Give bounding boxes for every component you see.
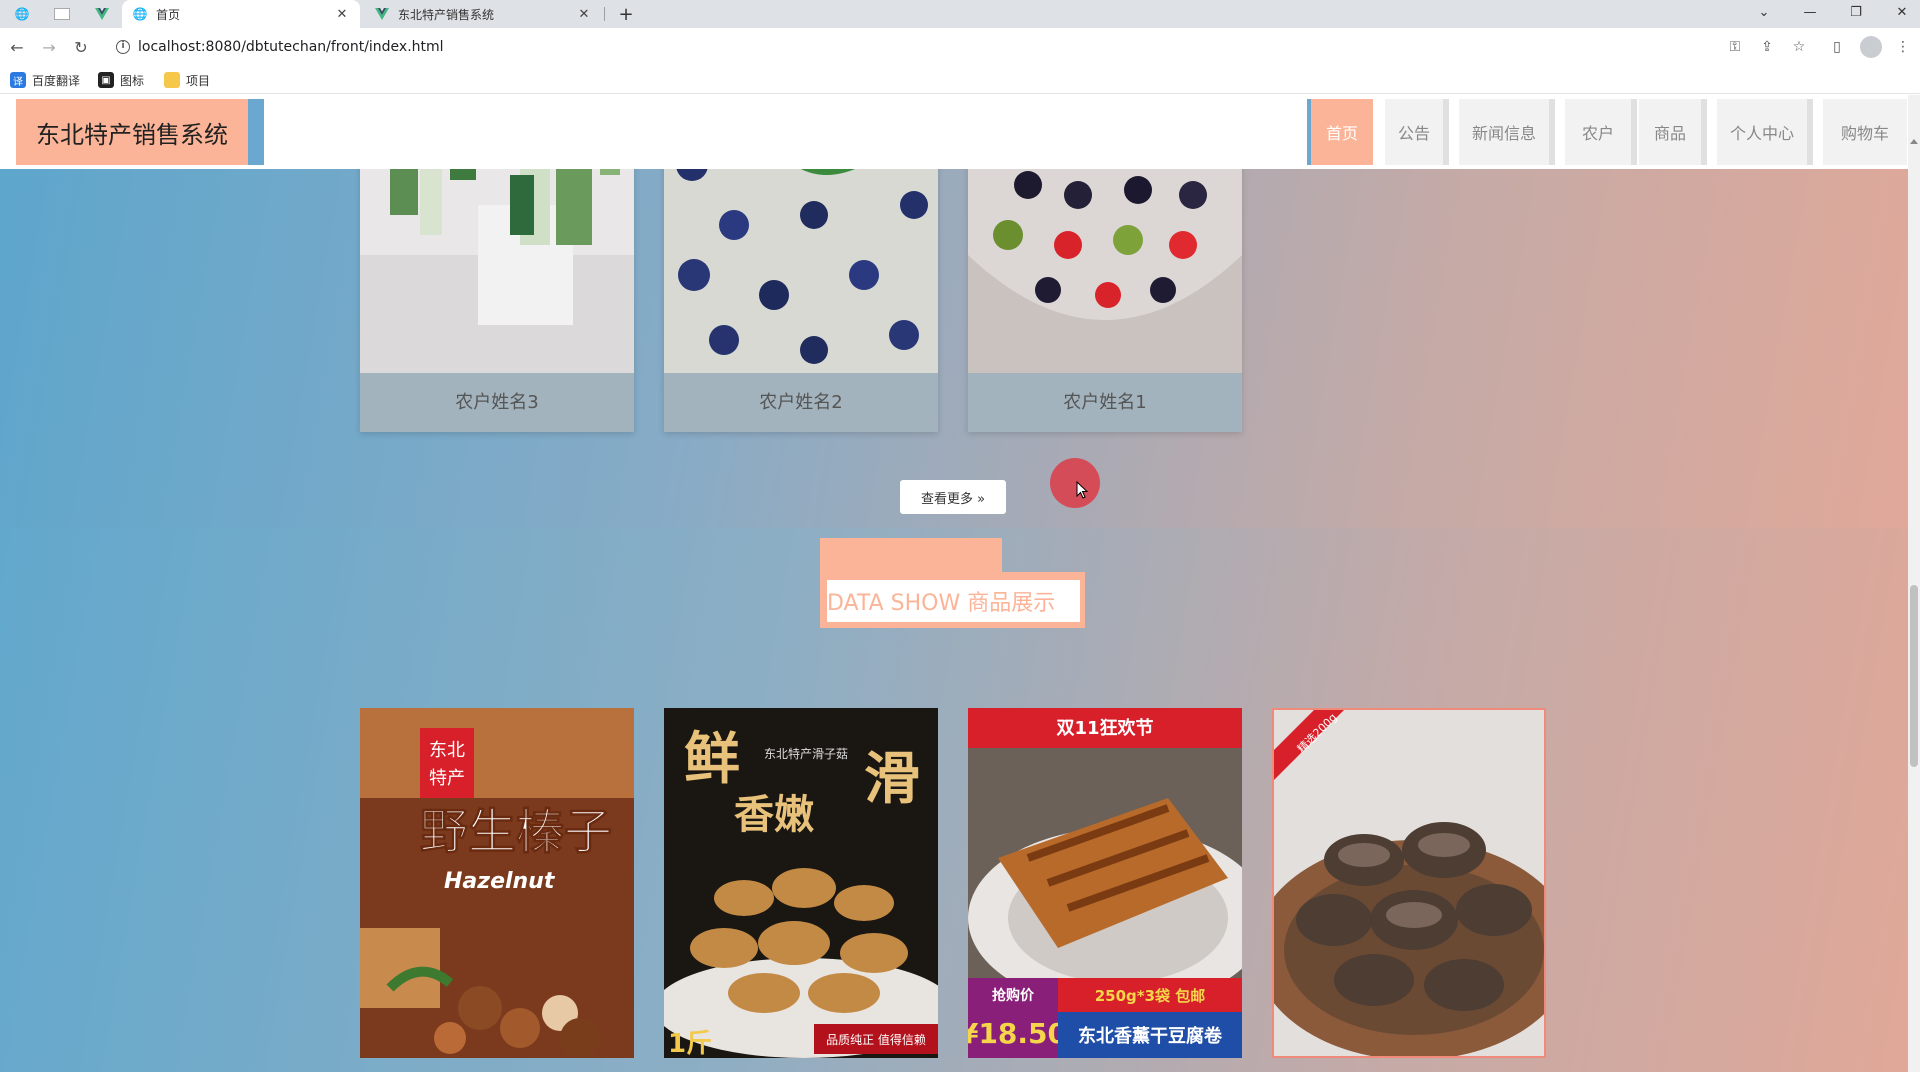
back-arrow-icon[interactable]: ← [6, 36, 28, 58]
product-card[interactable]: 鲜 香嫩 滑 东北特产滑子菇 1斤 品质纯正 值得信赖 [664, 708, 938, 1058]
restore-button[interactable]: ❐ [1834, 0, 1878, 24]
tab-separator [604, 7, 605, 21]
product-title-text: 香嫩 [734, 792, 814, 838]
sidebar-icon[interactable]: ▯ [1826, 36, 1848, 58]
address-bar[interactable]: i localhost:8080/dbtutechan/front/index.… [106, 32, 1756, 62]
bookmark-translate[interactable]: 译 百度翻译 [10, 71, 80, 89]
nav-item-notice[interactable]: 公告 [1385, 99, 1449, 165]
globe-icon: 🌐 [132, 7, 148, 21]
nav-item-profile[interactable]: 个人中心 [1717, 99, 1813, 165]
close-icon[interactable]: ✕ [334, 7, 350, 22]
cursor-icon [1076, 481, 1088, 499]
product-weight-text: 1斤 [668, 1029, 712, 1058]
logo-accent-bar [248, 99, 264, 165]
view-more-button[interactable]: 查看更多 » [900, 480, 1006, 514]
section-title-text: DATA SHOW 商品展示 [827, 591, 1056, 616]
tab-home[interactable]: 🌐 首页 ✕ [122, 0, 360, 28]
nav-item-products[interactable]: 商品 [1639, 99, 1707, 165]
nav-item-news[interactable]: 新闻信息 [1459, 99, 1555, 165]
tab-title: 东北特产销售系统 [398, 7, 495, 22]
product-slogan-text: 品质纯正 值得信赖 [826, 1032, 926, 1047]
close-icon[interactable]: ✕ [576, 7, 592, 22]
forward-arrow-icon[interactable]: → [38, 36, 60, 58]
product-badge-text: 特产 [429, 768, 465, 789]
star-icon[interactable]: ☆ [1788, 36, 1810, 58]
key-icon[interactable]: ⚿ [1724, 36, 1746, 58]
reload-icon[interactable]: ↻ [70, 36, 92, 58]
tab-search-icon[interactable]: ⌄ [1742, 0, 1786, 24]
profile-avatar-icon[interactable] [1860, 36, 1882, 58]
product-price-label: 抢购价 [992, 987, 1035, 1004]
tab-system[interactable]: 东北特产销售系统 ✕ [364, 0, 602, 28]
click-indicator [1050, 458, 1100, 508]
product-price-text: ¥18.50 [968, 1017, 1067, 1050]
translate-icon: 译 [10, 72, 26, 88]
vue-icon[interactable] [90, 4, 114, 24]
product-name-text: 东北香薰干豆腐卷 [1078, 1025, 1223, 1047]
product-card[interactable]: 双11狂欢节 抢购价 ¥18.50 250g*3袋 包邮 东北香薰干豆腐卷 [968, 708, 1242, 1058]
page-scrollbar[interactable] [1908, 95, 1920, 1072]
bookmark-icons[interactable]: ▣ 图标 [98, 71, 144, 89]
product-image-hazelnut: 东北 特产 野生榛子 Hazelnut [360, 708, 634, 1058]
browser-toolbar: ← → ↻ i localhost:8080/dbtutechan/front/… [0, 28, 1920, 66]
blank-tab-icon[interactable] [50, 4, 74, 24]
globe-icon[interactable]: 🌐 [10, 4, 34, 24]
product-title-text: 滑 [864, 747, 920, 812]
scrollbar-thumb[interactable] [1910, 585, 1918, 767]
tab-title: 首页 [156, 7, 181, 22]
new-tab-button[interactable]: + [614, 3, 638, 25]
site-logo[interactable]: 东北特产销售系统 [16, 99, 248, 165]
close-window-button[interactable]: ✕ [1880, 0, 1920, 24]
share-icon[interactable]: ⇪ [1756, 36, 1778, 58]
bookmarks-bar: 译 百度翻译 ▣ 图标 项目 [0, 66, 1920, 94]
product-image-shiitake: 精选200g [1274, 710, 1544, 1056]
farmer-name: 农户姓名2 [759, 392, 843, 413]
section-title-tab [820, 538, 1002, 572]
menu-kebab-icon[interactable]: ⋮ [1892, 36, 1914, 58]
farmer-name: 农户姓名3 [455, 392, 539, 413]
image-icon: ▣ [98, 72, 114, 88]
bookmark-label: 项目 [186, 73, 211, 88]
product-subtitle-text: 东北特产滑子菇 [764, 746, 848, 761]
product-image-tofu-roll: 双11狂欢节 抢购价 ¥18.50 250g*3袋 包邮 东北香薰干豆腐卷 [968, 708, 1242, 1058]
bookmark-project[interactable]: 项目 [164, 71, 210, 89]
product-title-text: 野生榛子 [420, 804, 612, 860]
page-viewport: 农户姓名3 农户姓名2 农户姓名1 查看更多 » DATA SHOW 商品展示 … [0, 95, 1920, 1072]
product-title-text: 鲜 [684, 727, 740, 792]
section-title: DATA SHOW 商品展示 [827, 580, 1080, 622]
site-header: 东北特产销售系统 首页 公告 新闻信息 农户 商品 个人中心 购物车 [0, 95, 1908, 169]
product-image-mushroom: 鲜 香嫩 滑 东北特产滑子菇 1斤 品质纯正 值得信赖 [664, 708, 938, 1058]
farmer-name: 农户姓名1 [1063, 392, 1147, 413]
url-text: localhost:8080/dbtutechan/front/index.ht… [138, 39, 444, 55]
nav-item-cart[interactable]: 购物车 [1823, 99, 1907, 165]
product-promo-text: 250g*3袋 包邮 [1095, 987, 1206, 1005]
nav-item-home[interactable]: 首页 [1311, 99, 1373, 165]
product-subtitle-text: Hazelnut [444, 869, 556, 894]
nav-item-farmers[interactable]: 农户 [1565, 99, 1637, 165]
browser-tabstrip: 🌐 🌐 首页 ✕ 东北特产销售系统 ✕ + ⌄ — ❐ ✕ [0, 0, 1920, 28]
scroll-up-icon[interactable] [1910, 139, 1918, 144]
bookmark-label: 百度翻译 [32, 73, 81, 88]
product-card[interactable]: 东北 特产 野生榛子 Hazelnut [360, 708, 634, 1058]
folder-icon [164, 72, 180, 88]
site-logo-text: 东北特产销售系统 [36, 120, 228, 149]
product-card[interactable]: 精选200g [1272, 708, 1546, 1058]
info-icon[interactable]: i [116, 40, 130, 54]
product-promo-text: 双11狂欢节 [1056, 718, 1153, 739]
vue-icon [374, 6, 390, 22]
product-badge-text: 东北 [429, 740, 465, 761]
bookmark-label: 图标 [120, 73, 145, 88]
minimize-button[interactable]: — [1788, 0, 1832, 24]
